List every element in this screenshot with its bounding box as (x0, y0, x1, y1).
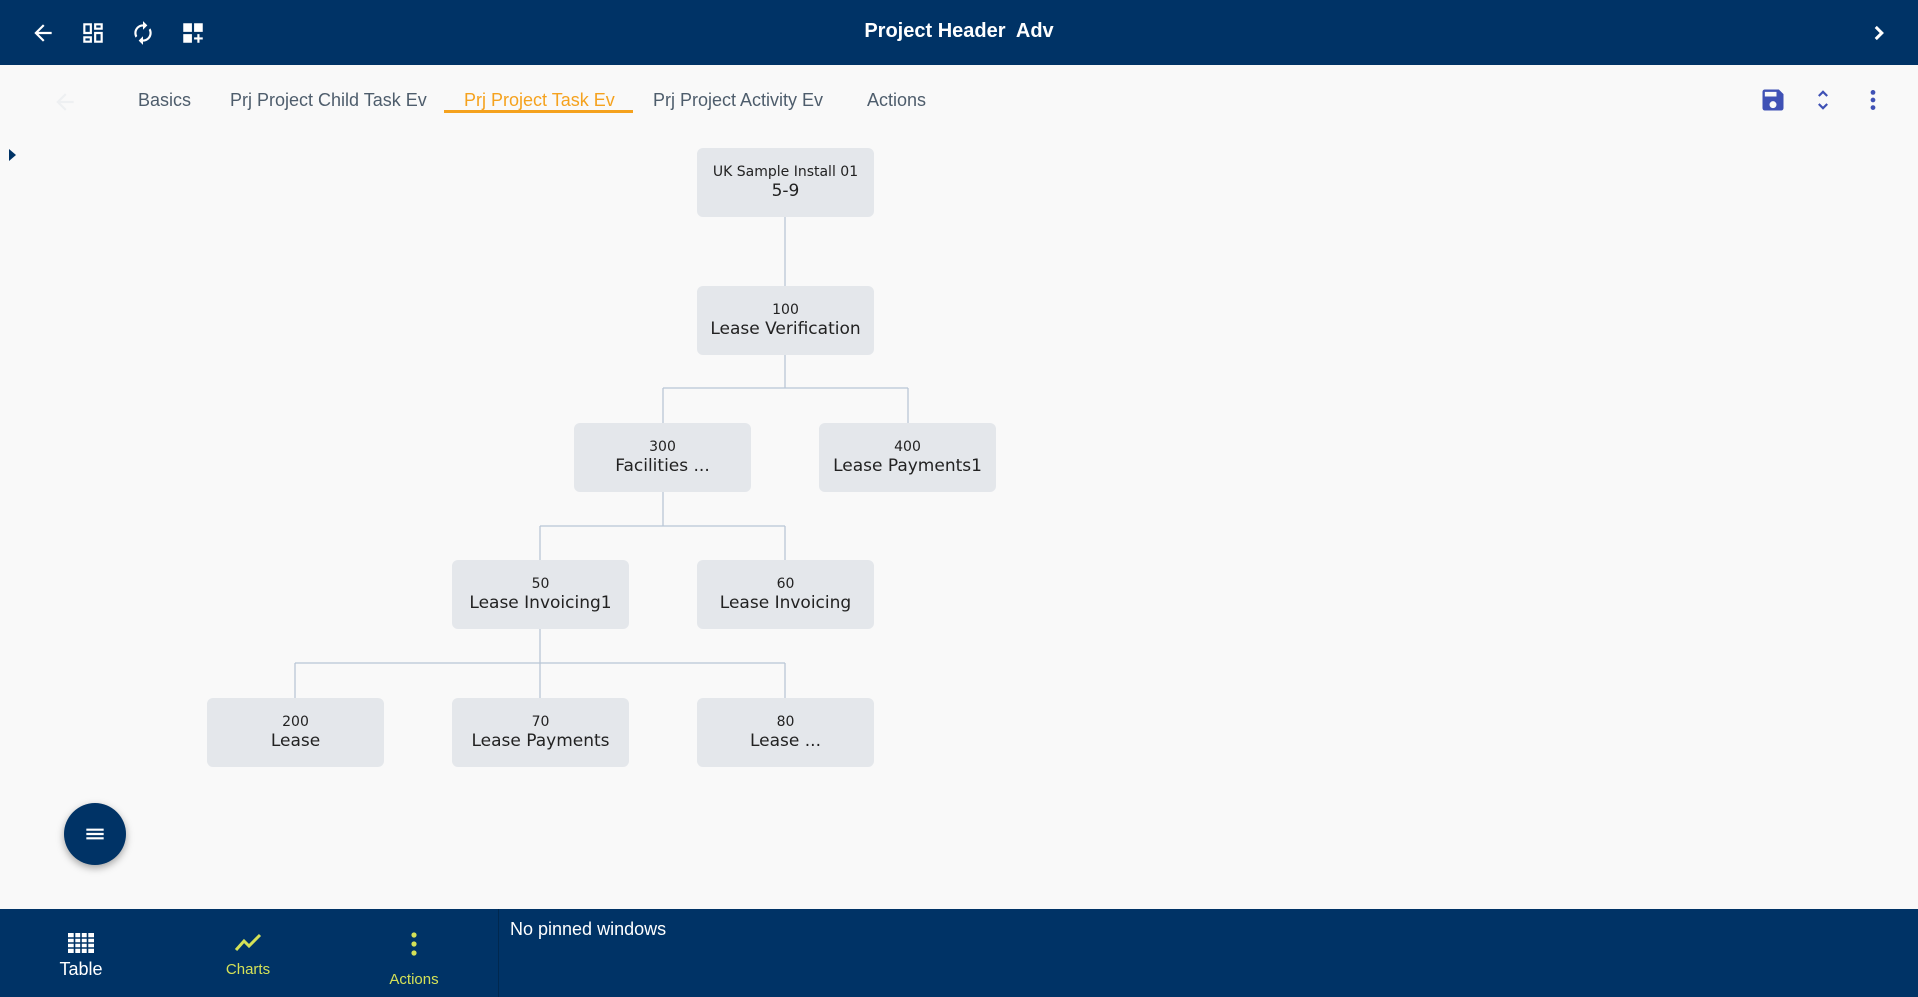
bottom-nav-table[interactable]: Table (1, 909, 161, 997)
tree-node-root[interactable]: UK Sample Install 01 5-9 (697, 148, 874, 217)
node-number: 60 (776, 576, 795, 592)
node-number: 400 (894, 439, 921, 455)
tab-prj-project-child-task-ev[interactable]: Prj Project Child Task Ev (230, 90, 427, 111)
tree-node-100[interactable]: 100 Lease Verification (697, 286, 874, 355)
tree-node-50[interactable]: 50 Lease Invoicing1 (452, 560, 629, 629)
bottom-nav-label: Charts (225, 961, 271, 978)
node-label: Lease (270, 731, 321, 751)
node-label: 5-9 (771, 181, 800, 201)
bottom-nav-label: Table (59, 959, 103, 979)
back-arrow-icon[interactable] (26, 16, 60, 50)
tree-node-70[interactable]: 70 Lease Payments (452, 698, 629, 767)
tab-strip: Basics Prj Project Child Task Ev Prj Pro… (0, 65, 1918, 135)
dashboard-icon[interactable] (76, 16, 110, 50)
save-icon[interactable] (1758, 85, 1788, 115)
node-number: UK Sample Install 01 (712, 164, 859, 180)
add-widget-icon[interactable] (176, 16, 210, 50)
node-number: 80 (776, 714, 795, 730)
bottom-nav-charts[interactable]: Charts (168, 909, 328, 997)
node-label: Lease Invoicing1 (469, 593, 612, 613)
node-label: Lease ... (750, 731, 821, 751)
bottom-nav-actions[interactable]: Actions (334, 909, 494, 997)
tab-basics[interactable]: Basics (138, 90, 191, 111)
more-vert-icon (334, 931, 494, 957)
node-number: 70 (531, 714, 550, 730)
top-app-bar: Project Header Adv (0, 0, 1918, 65)
menu-icon (86, 828, 104, 840)
bottom-nav: Table Charts Actions (0, 909, 499, 997)
node-number: 200 (282, 714, 309, 730)
chart-line-icon (168, 933, 328, 953)
bottom-nav-label: Actions (389, 971, 439, 988)
tree-node-300[interactable]: 300 Facilities ... (574, 423, 751, 492)
node-label: Lease Verification (710, 319, 861, 339)
tab-prj-project-activity-ev[interactable]: Prj Project Activity Ev (653, 90, 823, 111)
refresh-icon[interactable] (126, 16, 160, 50)
page-title: Project Header Adv (864, 20, 1054, 42)
tree-node-80[interactable]: 80 Lease ... (697, 698, 874, 767)
menu-fab-button[interactable] (64, 803, 126, 865)
node-label: Facilities ... (615, 456, 710, 476)
node-number: 300 (649, 439, 676, 455)
more-vert-icon[interactable] (1858, 85, 1888, 115)
tab-back-arrow-icon[interactable] (52, 89, 78, 115)
tree-node-400[interactable]: 400 Lease Payments1 (819, 423, 996, 492)
expand-collapse-icon[interactable] (1808, 85, 1838, 115)
node-label: Lease Payments1 (833, 456, 982, 476)
tab-prj-project-task-ev[interactable]: Prj Project Task Ev (464, 90, 615, 111)
tree-node-60[interactable]: 60 Lease Invoicing (697, 560, 874, 629)
node-number: 50 (531, 576, 550, 592)
bottom-bar: Table Charts Actions No pinned windows (0, 909, 1918, 997)
tree-connectors (294, 217, 909, 698)
node-label: Lease Payments (471, 731, 610, 751)
tab-actions[interactable]: Actions (867, 90, 926, 111)
chevron-right-icon[interactable] (1862, 16, 1896, 50)
tree-node-200[interactable]: 200 Lease (207, 698, 384, 767)
side-panel-toggle-icon[interactable] (8, 148, 18, 162)
pinned-windows-status: No pinned windows (510, 919, 667, 939)
node-label: Lease Invoicing (719, 593, 852, 613)
active-tab-indicator (444, 110, 633, 113)
node-number: 100 (772, 302, 799, 318)
table-icon (1, 932, 161, 954)
